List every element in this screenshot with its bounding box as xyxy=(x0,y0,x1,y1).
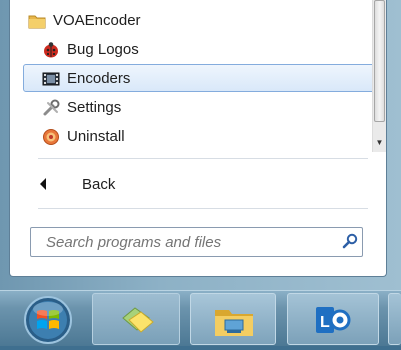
folder-icon xyxy=(213,302,255,343)
back-button[interactable]: Back xyxy=(38,171,115,197)
taskbar-explorer-button[interactable] xyxy=(190,293,276,345)
menu-item-label: Uninstall xyxy=(67,128,125,145)
back-label: Back xyxy=(82,175,116,193)
sticky-notes-icon xyxy=(119,304,155,343)
svg-text:L: L xyxy=(320,314,330,331)
menu-item-label: Encoders xyxy=(67,70,131,87)
back-arrow-icon xyxy=(40,178,46,190)
scroll-down-arrow-icon[interactable]: ▼ xyxy=(373,136,386,150)
menu-item-uninstall[interactable]: Uninstall xyxy=(10,123,386,150)
separator xyxy=(38,208,368,209)
menu-item-label: Bug Logos xyxy=(67,41,139,58)
wrench-icon xyxy=(42,99,60,117)
separator xyxy=(38,158,368,159)
windows-orb-icon[interactable] xyxy=(21,293,75,345)
folder-voaencoder[interactable]: VOAEncoder xyxy=(10,7,386,34)
scrollbar[interactable]: ▼ xyxy=(372,0,386,152)
lync-icon: L xyxy=(314,303,352,342)
search-input[interactable] xyxy=(30,227,363,257)
menu-item-label: Settings xyxy=(67,99,122,116)
scroll-thumb[interactable] xyxy=(374,0,385,122)
uninstall-icon xyxy=(42,128,60,146)
folder-label: VOAEncoder xyxy=(53,12,141,29)
taskbar-lync-button[interactable]: L xyxy=(287,293,379,345)
taskbar-overflow-button[interactable] xyxy=(388,293,401,345)
film-icon xyxy=(42,70,60,88)
search-icon[interactable] xyxy=(342,233,358,249)
menu-item-encoders[interactable]: Encoders xyxy=(10,65,386,92)
menu-item-bug-logos[interactable]: Bug Logos xyxy=(10,36,386,63)
folder-icon xyxy=(28,12,46,30)
ladybug-icon xyxy=(42,41,60,59)
taskbar-sticky-notes-button[interactable] xyxy=(92,293,180,345)
menu-item-settings[interactable]: Settings xyxy=(10,94,386,121)
